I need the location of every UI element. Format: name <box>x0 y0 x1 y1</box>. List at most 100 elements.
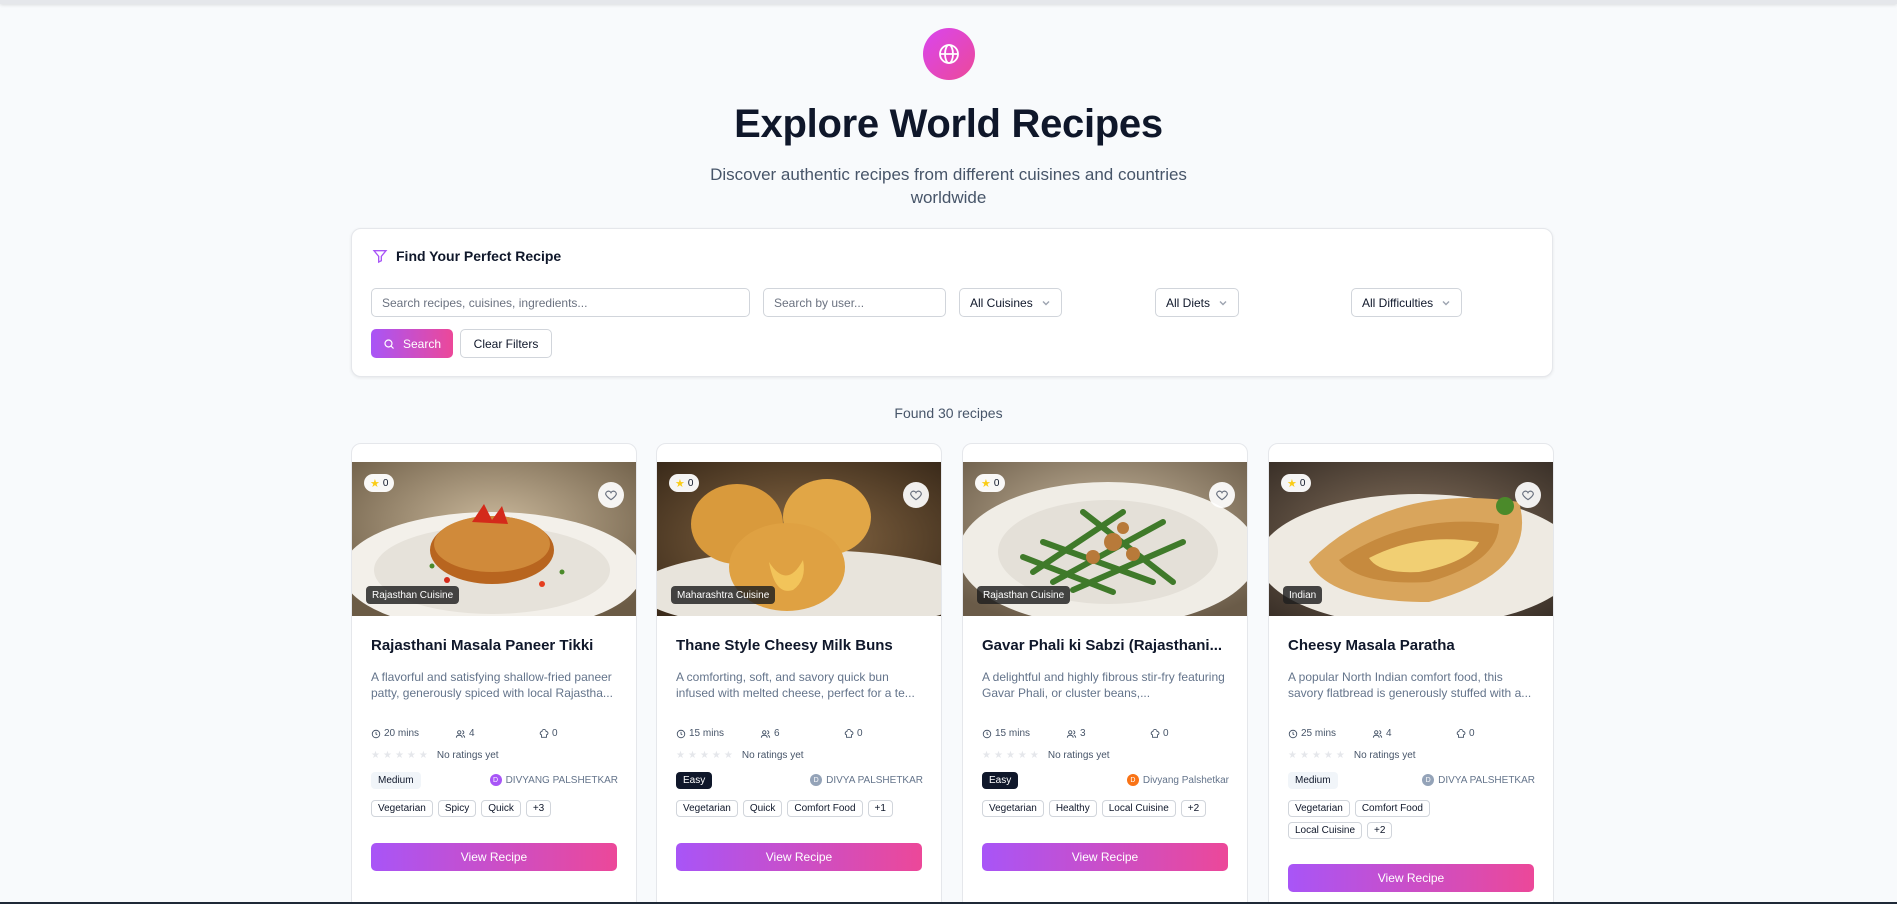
recipe-image[interactable]: ★ 0 Indian <box>1269 462 1553 616</box>
star-icon: ★ <box>406 749 416 761</box>
difficulty-badge: Easy <box>982 772 1019 789</box>
heart-icon <box>910 490 922 501</box>
servings-value: 3 <box>1080 728 1086 739</box>
servings-value: 4 <box>1386 728 1392 739</box>
tag: +3 <box>525 800 552 817</box>
recipe-image[interactable]: ★ 0 Maharashtra Cuisine <box>657 462 941 616</box>
servings-value: 4 <box>469 728 475 739</box>
star-icon: ★ <box>1005 749 1015 761</box>
cook-time: 15 mins <box>982 728 1030 739</box>
cuisine-select[interactable]: All Cuisines <box>959 288 1062 317</box>
servings: 4 <box>455 728 475 739</box>
star-icon: ★ <box>1287 477 1297 490</box>
likes-value: 0 <box>552 728 558 739</box>
page-subtitle: Discover authentic recipes from differen… <box>710 165 1187 207</box>
clock-icon <box>676 729 686 738</box>
tag: Spicy <box>437 800 477 817</box>
recipe-card[interactable]: ★ 0 Rajasthan Cuisine Rajasthani Masala … <box>351 443 637 904</box>
servings: 4 <box>1372 728 1392 739</box>
rating-value: 0 <box>382 477 389 489</box>
star-icon: ★ <box>676 749 685 761</box>
users-icon <box>1066 729 1077 738</box>
tag-list: Vegetarian Spicy Quick +3 <box>371 800 621 817</box>
user-search-input[interactable] <box>763 288 946 317</box>
star-rating: ★ ★ ★ ★ ★ No ratings yet <box>371 750 499 761</box>
recipe-search-input[interactable] <box>371 288 750 317</box>
star-icon: ★ <box>1299 749 1309 761</box>
view-recipe-button[interactable]: View Recipe <box>1288 864 1534 892</box>
users-icon <box>455 729 466 738</box>
recipe-title[interactable]: Gavar Phali ki Sabzi (Rajasthani... <box>982 637 1232 654</box>
servings-value: 6 <box>774 728 780 739</box>
difficulty-select-value: All Difficulties <box>1362 295 1434 310</box>
recipe-description: A comforting, soft, and savory quick bun… <box>676 670 915 700</box>
view-recipe-button[interactable]: View Recipe <box>982 843 1228 871</box>
star-icon: ★ <box>711 749 721 761</box>
view-recipe-button[interactable]: View Recipe <box>676 843 922 871</box>
recipe-author[interactable]: D DIVYA PALSHETKAR <box>810 774 923 786</box>
avatar: D <box>1422 774 1435 786</box>
recipe-card[interactable]: ★ 0 Indian Cheesy Masala Paratha A popul… <box>1268 443 1554 904</box>
tag-list: Vegetarian Comfort Food Local Cuisine +2 <box>1288 800 1498 839</box>
recipe-author[interactable]: D DIVYA PALSHETKAR <box>1422 774 1535 786</box>
difficulty-badge: Easy <box>676 772 713 789</box>
clock-icon <box>371 729 381 738</box>
heart-icon <box>1216 490 1228 501</box>
likes-value: 0 <box>1469 728 1475 739</box>
page-title: Explore World Recipes <box>734 102 1163 146</box>
favorite-button[interactable] <box>1209 482 1235 508</box>
filter-icon <box>372 250 388 264</box>
cook-time: 25 mins <box>1288 728 1336 739</box>
likes-value: 0 <box>1163 728 1169 739</box>
likes-value: 0 <box>857 728 863 739</box>
cuisine-badge: Maharashtra Cuisine <box>671 586 776 604</box>
difficulty-badge: Medium <box>371 772 421 789</box>
tag: Comfort Food <box>787 800 863 817</box>
cook-time: 20 mins <box>371 728 419 739</box>
recipe-image[interactable]: ★ 0 Rajasthan Cuisine <box>963 462 1247 616</box>
recipe-card[interactable]: ★ 0 Maharashtra Cuisine Thane Style Chee… <box>656 443 942 904</box>
recipe-card[interactable]: ★ 0 Rajasthan Cuisine Gavar Phali ki Sab… <box>962 443 1248 904</box>
tag: +2 <box>1180 800 1207 817</box>
tag-list: Vegetarian Healthy Local Cuisine +2 <box>982 800 1232 817</box>
difficulty-badge: Medium <box>1288 772 1338 789</box>
recipe-author[interactable]: D DIVYANG PALSHETKAR <box>489 774 618 786</box>
tag: +2 <box>1367 822 1393 839</box>
chef-hat-icon <box>539 728 549 738</box>
tag: Vegetarian <box>371 800 433 817</box>
recipe-meta: 25 mins 4 0 <box>1288 728 1538 742</box>
ratings-text: No ratings yet <box>436 750 499 761</box>
chevron-down-icon <box>1442 300 1450 305</box>
star-rating: ★ ★ ★ ★ ★ No ratings yet <box>1288 750 1416 761</box>
star-icon: ★ <box>982 749 991 761</box>
tag: Quick <box>742 800 783 817</box>
top-bar <box>0 0 1897 4</box>
recipe-image[interactable]: ★ 0 Rajasthan Cuisine <box>352 462 636 616</box>
rating-value: 0 <box>993 477 1000 489</box>
favorite-button[interactable] <box>598 482 624 508</box>
search-button-label: Search <box>402 336 442 351</box>
diet-select[interactable]: All Diets <box>1155 288 1240 317</box>
difficulty-select[interactable]: All Difficulties <box>1351 288 1463 317</box>
recipe-author[interactable]: D Divyang Palshetkar <box>1126 774 1229 786</box>
view-recipe-button[interactable]: View Recipe <box>371 843 617 871</box>
users-icon <box>1372 729 1383 738</box>
ratings-text: No ratings yet <box>1047 750 1110 761</box>
star-icon: ★ <box>675 477 685 490</box>
favorite-button[interactable] <box>1515 482 1541 508</box>
tag: Local Cuisine <box>1288 822 1363 839</box>
author-name: DIVYANG PALSHETKAR <box>505 774 618 786</box>
star-rating: ★ ★ ★ ★ ★ No ratings yet <box>982 750 1110 761</box>
rating-badge: ★ 0 <box>1281 474 1312 492</box>
avatar: D <box>810 774 823 786</box>
recipe-title[interactable]: Thane Style Cheesy Milk Buns <box>676 637 926 654</box>
clear-filters-button[interactable]: Clear Filters <box>460 329 552 358</box>
favorite-button[interactable] <box>903 482 929 508</box>
cuisine-select-value: All Cuisines <box>970 295 1033 310</box>
recipe-title[interactable]: Cheesy Masala Paratha <box>1288 637 1538 654</box>
users-icon <box>760 729 771 738</box>
clock-icon <box>982 729 992 738</box>
search-button[interactable]: Search <box>371 329 453 358</box>
author-name: Divyang Palshetkar <box>1142 774 1229 786</box>
recipe-title[interactable]: Rajasthani Masala Paneer Tikki <box>371 637 621 654</box>
